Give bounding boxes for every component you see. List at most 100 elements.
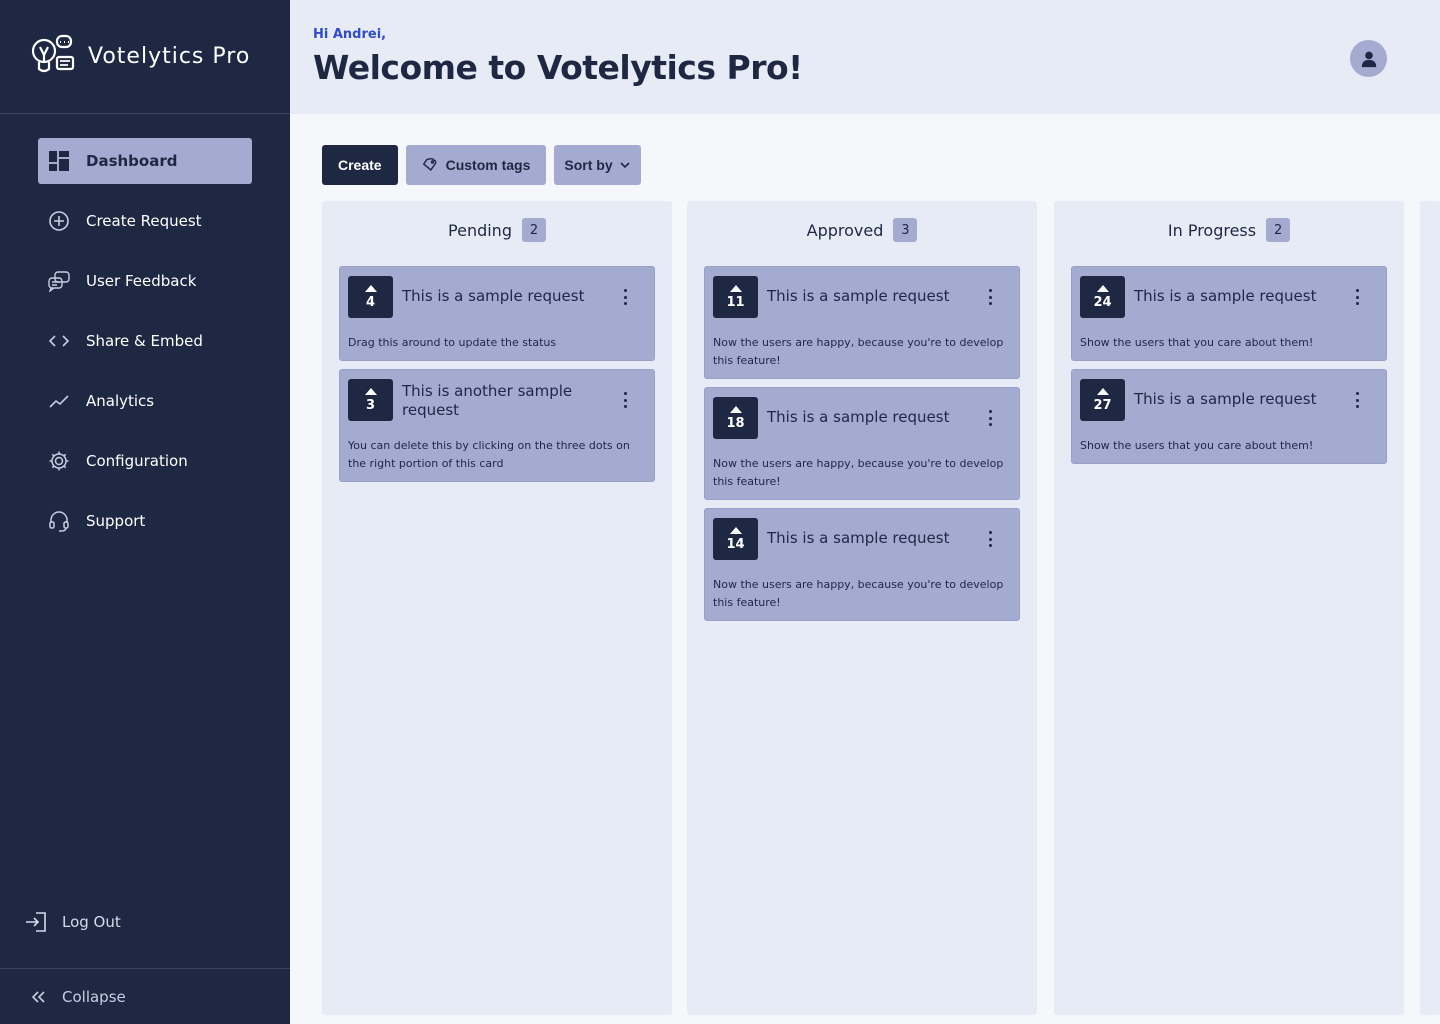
card-title: This is a sample request bbox=[767, 408, 950, 426]
plus-circle-icon bbox=[48, 210, 70, 232]
avatar[interactable] bbox=[1350, 40, 1387, 77]
card-description: Now the users are happy, because you're … bbox=[713, 578, 1004, 609]
sort-by-label: Sort by bbox=[564, 157, 613, 173]
request-card[interactable]: 24 This is a sample request Show the use… bbox=[1071, 266, 1387, 361]
sidebar: Votelytics Pro Dashboard Create Request … bbox=[0, 0, 290, 1024]
sidebar-item-label: Configuration bbox=[86, 452, 188, 470]
request-card[interactable]: 11 This is a sample request Now the user… bbox=[704, 266, 1020, 379]
tag-icon bbox=[422, 157, 438, 173]
more-options-icon[interactable] bbox=[985, 410, 995, 426]
more-options-icon[interactable] bbox=[1352, 289, 1362, 305]
card-title: This is a sample request bbox=[402, 287, 585, 305]
sidebar-item-label: User Feedback bbox=[86, 272, 197, 290]
sidebar-item-create-request[interactable]: Create Request bbox=[38, 198, 252, 244]
card-title: This is a sample request bbox=[767, 529, 950, 547]
logout-label: Log Out bbox=[62, 913, 121, 931]
more-options-icon[interactable] bbox=[985, 289, 995, 305]
card-description: Show the users that you care about them! bbox=[1080, 336, 1314, 349]
column-title: Approved bbox=[806, 220, 884, 240]
vote-count: 18 bbox=[726, 415, 745, 431]
code-brackets-icon bbox=[48, 330, 70, 352]
sidebar-item-label: Share & Embed bbox=[86, 332, 203, 350]
request-card[interactable]: 3 This is another sample request You can… bbox=[339, 369, 655, 482]
sidebar-item-support[interactable]: Support bbox=[38, 498, 252, 544]
vote-count: 27 bbox=[1093, 397, 1112, 413]
collapse-label: Collapse bbox=[62, 987, 126, 1006]
gear-icon bbox=[48, 450, 70, 472]
card-title: This is a sample request bbox=[1134, 287, 1317, 305]
sidebar-item-label: Analytics bbox=[86, 392, 155, 410]
greeting: Hi Andrei, bbox=[313, 27, 387, 42]
column-pending: Pending 2 4 This is a sample request Dra… bbox=[322, 201, 672, 1015]
custom-tags-label: Custom tags bbox=[445, 157, 531, 173]
upvote-button[interactable]: 3 bbox=[348, 379, 393, 421]
column-approved: Approved 3 11 This is a sample request N… bbox=[687, 201, 1037, 1015]
upvote-button[interactable]: 27 bbox=[1080, 379, 1125, 421]
request-card[interactable]: 14 This is a sample request Now the user… bbox=[704, 508, 1020, 621]
upvote-button[interactable]: 18 bbox=[713, 397, 758, 439]
upvote-button[interactable]: 11 bbox=[713, 276, 758, 318]
custom-tags-button[interactable]: Custom tags bbox=[405, 145, 547, 185]
card-title: This is a sample request bbox=[1134, 390, 1317, 408]
request-card[interactable]: 27 This is a sample request Show the use… bbox=[1071, 369, 1387, 464]
triangle-up-icon bbox=[729, 405, 742, 413]
sidebar-item-analytics[interactable]: Analytics bbox=[38, 378, 252, 424]
brand: Votelytics Pro bbox=[0, 0, 290, 114]
card-description: Drag this around to update the status bbox=[348, 336, 557, 349]
card-title: This is a sample request bbox=[767, 287, 950, 305]
column-header: Pending 2 bbox=[322, 201, 672, 259]
triangle-up-icon bbox=[1096, 387, 1109, 395]
column-title: In Progress bbox=[1167, 220, 1257, 240]
page-title: Welcome to Votelytics Pro! bbox=[313, 48, 803, 87]
triangle-up-icon bbox=[1096, 284, 1109, 292]
card-title: This is another sample request bbox=[402, 382, 573, 419]
lightbulb-logo-icon bbox=[28, 33, 76, 81]
column-count-badge: 2 bbox=[521, 218, 546, 242]
sidebar-item-label: Dashboard bbox=[86, 152, 178, 170]
column-next-partial bbox=[1420, 201, 1440, 1015]
sidebar-item-share-embed[interactable]: Share & Embed bbox=[38, 318, 252, 364]
column-in-progress: In Progress 2 24 This is a sample reques… bbox=[1054, 201, 1404, 1015]
request-card[interactable]: 18 This is a sample request Now the user… bbox=[704, 387, 1020, 500]
sidebar-item-dashboard[interactable]: Dashboard bbox=[38, 138, 252, 184]
more-options-icon[interactable] bbox=[1352, 392, 1362, 408]
upvote-button[interactable]: 4 bbox=[348, 276, 393, 318]
sidebar-item-configuration[interactable]: Configuration bbox=[38, 438, 252, 484]
triangle-up-icon bbox=[364, 284, 377, 292]
column-title: Pending bbox=[448, 220, 512, 240]
column-count-badge: 3 bbox=[893, 218, 918, 242]
request-card[interactable]: 4 This is a sample request Drag this aro… bbox=[339, 266, 655, 361]
sort-by-dropdown[interactable]: Sort by bbox=[554, 145, 641, 185]
sidebar-item-label: Create Request bbox=[86, 212, 202, 230]
vote-count: 14 bbox=[726, 536, 745, 552]
more-options-icon[interactable] bbox=[620, 289, 630, 305]
sidebar-item-label: Support bbox=[86, 512, 146, 530]
double-chevron-left-icon bbox=[28, 987, 48, 1007]
dashboard-icon bbox=[48, 150, 70, 172]
column-header: In Progress 2 bbox=[1054, 201, 1404, 259]
column-header: Approved 3 bbox=[687, 201, 1037, 259]
card-description: Show the users that you care about them! bbox=[1080, 439, 1314, 452]
upvote-button[interactable]: 14 bbox=[713, 518, 758, 560]
vote-count: 11 bbox=[726, 294, 745, 310]
collapse-button[interactable]: Collapse bbox=[0, 968, 290, 1024]
app-name: Votelytics Pro bbox=[88, 44, 251, 69]
triangle-up-icon bbox=[729, 284, 742, 292]
chat-bubbles-icon bbox=[48, 270, 70, 292]
vote-count: 24 bbox=[1093, 294, 1112, 310]
create-button[interactable]: Create bbox=[322, 145, 398, 185]
sidebar-item-user-feedback[interactable]: User Feedback bbox=[38, 258, 252, 304]
card-description: Now the users are happy, because you're … bbox=[713, 336, 1004, 367]
triangle-up-icon bbox=[729, 526, 742, 534]
more-options-icon[interactable] bbox=[620, 392, 630, 408]
logout-icon bbox=[24, 910, 48, 934]
upvote-button[interactable]: 24 bbox=[1080, 276, 1125, 318]
card-description: You can delete this by clicking on the t… bbox=[348, 439, 630, 470]
headset-icon bbox=[48, 510, 70, 532]
chevron-down-icon bbox=[619, 159, 631, 171]
more-options-icon[interactable] bbox=[985, 531, 995, 547]
toolbar: Create Custom tags Sort by bbox=[322, 145, 641, 185]
vote-count: 3 bbox=[365, 397, 376, 413]
page-header: Hi Andrei, Welcome to Votelytics Pro! bbox=[290, 0, 1440, 114]
logout-button[interactable]: Log Out bbox=[24, 910, 121, 934]
